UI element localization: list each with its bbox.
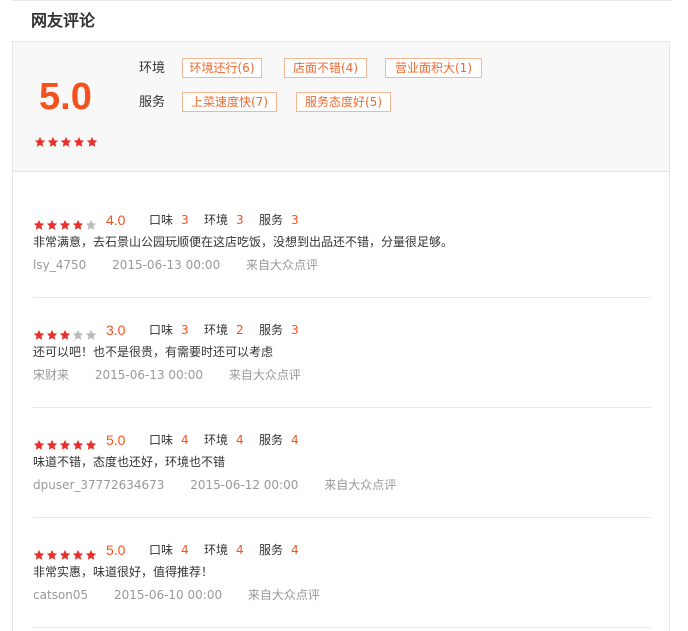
review-source: 来自大众点评 — [246, 258, 319, 272]
review-text: 非常实惠，味道很好，值得推荐！ — [33, 565, 214, 579]
star-icon — [72, 439, 84, 451]
overall-star-rating — [34, 131, 98, 150]
review-star-rating — [33, 324, 97, 343]
review-meta: 宋财来 2015-06-13 00:00 来自大众点评 — [33, 365, 323, 385]
list-frame-left — [12, 172, 13, 631]
star-icon — [46, 219, 58, 231]
review-divider — [33, 627, 651, 628]
star-icon — [33, 329, 45, 341]
review-environment-rating: 环境 3 — [204, 213, 244, 227]
review-service-rating: 服务 3 — [259, 323, 299, 337]
tag-environment-ok[interactable]: 环境还行(6) — [182, 58, 262, 78]
overall-score: 5.0 — [39, 76, 92, 118]
review-item: 3.0 口味 3 环境 2 服务 3 还可以吧！也不是很贵，有需要时还可以考虑 宋财来… — [33, 320, 651, 390]
review-meta: catson05 2015-06-10 00:00 来自大众点评 — [33, 585, 342, 605]
review-environment-rating: 环境 2 — [204, 323, 244, 337]
review-date: 2015-06-12 00:00 — [190, 478, 299, 492]
review-user: catson05 — [33, 588, 89, 602]
star-icon — [59, 329, 71, 341]
review-service-rating: 服务 3 — [259, 213, 299, 227]
review-score: 4.0 — [106, 212, 126, 228]
star-icon — [59, 439, 71, 451]
star-icon — [47, 136, 59, 148]
review-taste-rating: 口味 3 — [149, 323, 189, 337]
star-icon — [72, 329, 84, 341]
review-meta: lsy_4750 2015-06-13 00:00 来自大众点评 — [33, 255, 340, 275]
star-icon — [85, 329, 97, 341]
review-user: lsy_4750 — [33, 258, 87, 272]
review-item: 5.0 口味 4 环境 4 服务 4 非常实惠，味道很好，值得推荐！ catson05… — [33, 540, 651, 610]
star-icon — [33, 219, 45, 231]
review-user: dpuser_37772634673 — [33, 478, 165, 492]
star-icon — [73, 136, 85, 148]
star-icon — [86, 136, 98, 148]
tag-storefront-nice[interactable]: 店面不错(4) — [284, 58, 367, 78]
review-star-rating — [33, 544, 97, 563]
rating-summary: 5.0 环境 环境还行(6) 店面不错(4) 营业面积大(1) 服务 上菜速度快… — [12, 41, 670, 172]
review-date: 2015-06-13 00:00 — [94, 368, 203, 382]
top-divider — [12, 0, 672, 1]
star-icon — [46, 439, 58, 451]
star-icon — [72, 549, 84, 561]
review-taste-rating: 口味 3 — [149, 213, 189, 227]
review-item: 5.0 口味 4 环境 4 服务 4 味道不错，态度也还好，环境也不错 dpuser_… — [33, 430, 651, 500]
review-environment-rating: 环境 4 — [204, 433, 244, 447]
review-source: 来自大众点评 — [324, 478, 397, 492]
tag-row-label-service: 服务 — [139, 95, 166, 110]
star-icon — [33, 549, 45, 561]
tag-row-label-environment: 环境 — [139, 61, 166, 76]
review-item: 4.0 口味 3 环境 3 服务 3 非常满意，去石景山公园玩顺便在这店吃饭，没想到出… — [33, 210, 651, 280]
star-icon — [33, 439, 45, 451]
section-title: 网友评论 — [31, 11, 96, 30]
review-source: 来自大众点评 — [247, 588, 320, 602]
list-frame-right — [669, 172, 670, 631]
star-icon — [59, 549, 71, 561]
tag-large-area[interactable]: 营业面积大(1) — [385, 58, 482, 78]
review-taste-rating: 口味 4 — [149, 543, 189, 557]
star-icon — [85, 549, 97, 561]
review-source: 来自大众点评 — [228, 368, 301, 382]
review-service-rating: 服务 4 — [259, 543, 299, 557]
review-score: 5.0 — [106, 432, 126, 448]
star-icon — [46, 329, 58, 341]
tag-good-service-attitude[interactable]: 服务态度好(5) — [296, 92, 391, 112]
star-icon — [46, 549, 58, 561]
star-icon — [34, 136, 46, 148]
review-divider — [33, 517, 651, 518]
review-service-rating: 服务 4 — [259, 433, 299, 447]
review-star-rating — [33, 214, 97, 233]
review-divider — [33, 297, 651, 298]
review-divider — [33, 407, 651, 408]
star-icon — [59, 219, 71, 231]
tag-fast-serving[interactable]: 上菜速度快(7) — [182, 92, 277, 112]
review-text: 非常满意，去石景山公园玩顺便在这店吃饭，没想到出品还不错，分量很足够。 — [33, 235, 454, 249]
star-icon — [85, 219, 97, 231]
star-icon — [85, 439, 97, 451]
review-score: 3.0 — [106, 322, 126, 338]
star-icon — [60, 136, 72, 148]
review-date: 2015-06-10 00:00 — [113, 588, 223, 602]
review-date: 2015-06-13 00:00 — [112, 258, 221, 272]
review-text: 味道不错，态度也还好，环境也不错 — [33, 455, 226, 469]
review-taste-rating: 口味 4 — [149, 433, 189, 447]
review-text: 还可以吧！也不是很贵，有需要时还可以考虑 — [33, 345, 274, 359]
star-icon — [72, 219, 84, 231]
review-star-rating — [33, 434, 97, 453]
review-meta: dpuser_37772634673 2015-06-12 00:00 来自大众… — [33, 475, 418, 495]
review-user: 宋财来 — [33, 368, 70, 382]
review-environment-rating: 环境 4 — [204, 543, 244, 557]
review-score: 5.0 — [106, 542, 126, 558]
